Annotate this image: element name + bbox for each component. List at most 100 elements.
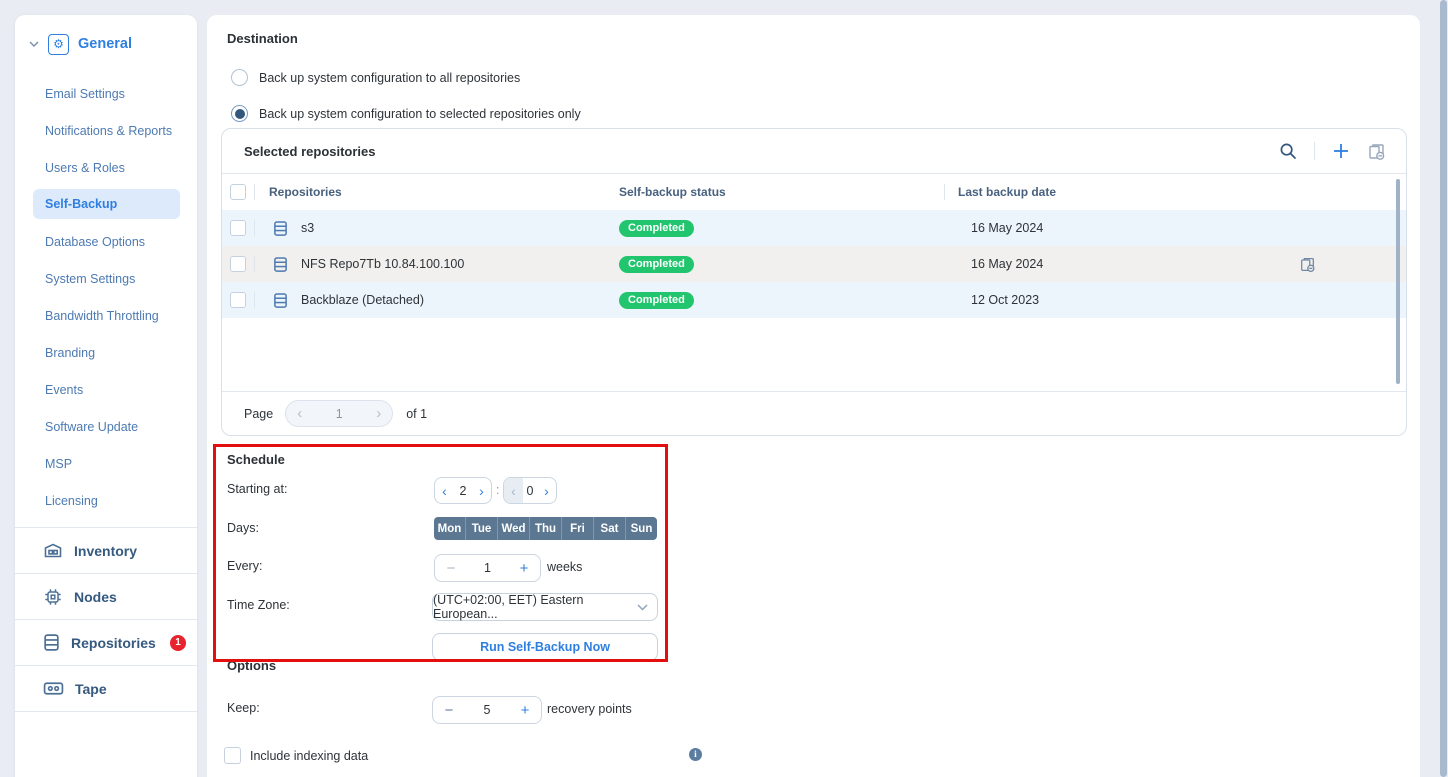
- row-checkbox[interactable]: [230, 292, 246, 308]
- timezone-label: Time Zone:: [227, 598, 290, 612]
- info-icon[interactable]: i: [689, 748, 702, 761]
- row-checkbox[interactable]: [230, 220, 246, 236]
- panel-footer: Page ‹ 1 › of 1: [222, 391, 1406, 435]
- table-row[interactable]: Backblaze (Detached) Completed 12 Oct 20…: [222, 282, 1406, 318]
- column-status[interactable]: Self-backup status: [601, 185, 944, 199]
- sidebar-item-nodes[interactable]: Nodes: [15, 573, 197, 619]
- day-button-sun[interactable]: Sun: [626, 517, 657, 540]
- days-label: Days:: [227, 521, 259, 535]
- prev-page-icon[interactable]: ‹: [297, 406, 302, 421]
- sidebar-section-label: Nodes: [74, 589, 117, 605]
- inventory-icon: [43, 542, 63, 560]
- keep-label: Keep:: [227, 701, 260, 715]
- sidebar-item-tape[interactable]: Tape: [15, 665, 197, 711]
- days-selector: Mon Tue Wed Thu Fri Sat Sun: [434, 517, 657, 540]
- keep-stepper: − 5 +: [432, 696, 542, 724]
- sidebar-item-inventory[interactable]: Inventory: [15, 527, 197, 573]
- schedule-heading: Schedule: [227, 452, 285, 467]
- day-button-sat[interactable]: Sat: [594, 517, 626, 540]
- radio-selected-repositories[interactable]: Back up system configuration to selected…: [231, 105, 581, 122]
- day-button-tue[interactable]: Tue: [466, 517, 498, 540]
- sidebar-item-software-update[interactable]: Software Update: [15, 408, 197, 445]
- chevron-down-icon: [637, 604, 648, 611]
- status-badge: Completed: [619, 292, 694, 309]
- day-button-mon[interactable]: Mon: [434, 517, 466, 540]
- hour-value[interactable]: 2: [454, 484, 472, 498]
- sidebar-item-self-backup[interactable]: Self-Backup: [33, 189, 180, 219]
- table-row[interactable]: s3 Completed 16 May 2024: [222, 210, 1406, 246]
- keep-increment-icon[interactable]: +: [509, 703, 541, 718]
- repositories-icon: [43, 633, 60, 652]
- nodes-icon: [43, 587, 63, 607]
- radio-selected-icon[interactable]: [231, 105, 248, 122]
- repository-name: s3: [301, 221, 314, 235]
- minute-spinner: ‹ 0 ›: [503, 477, 557, 504]
- select-all-checkbox[interactable]: [230, 184, 246, 200]
- sidebar-item-system-settings[interactable]: System Settings: [15, 260, 197, 297]
- sidebar-section-label: Inventory: [74, 543, 137, 559]
- radio-icon[interactable]: [231, 69, 248, 86]
- sidebar-item-notifications-reports[interactable]: Notifications & Reports: [15, 112, 197, 149]
- sidebar-group-general[interactable]: ⚙ General: [15, 15, 197, 69]
- keep-decrement-icon[interactable]: −: [433, 703, 465, 718]
- time-separator: :: [496, 483, 499, 497]
- sidebar-item-repositories[interactable]: Repositories 1: [15, 619, 197, 665]
- table-row[interactable]: NFS Repo7Tb 10.84.100.100 Completed 16 M…: [222, 246, 1406, 282]
- hour-increment-icon[interactable]: ›: [472, 478, 491, 503]
- options-heading: Options: [227, 658, 276, 673]
- page-total: of 1: [406, 407, 427, 421]
- table-scrollbar[interactable]: [1396, 179, 1400, 384]
- page-label: Page: [244, 407, 273, 421]
- include-indexing-checkbox[interactable]: [224, 747, 241, 764]
- tape-icon: [43, 680, 64, 697]
- row-detach-icon[interactable]: [1299, 256, 1316, 273]
- starting-at-label: Starting at:: [227, 482, 287, 496]
- every-increment-icon[interactable]: +: [508, 561, 540, 576]
- keep-value[interactable]: 5: [465, 703, 509, 717]
- repository-icon: [273, 220, 288, 237]
- column-repositories[interactable]: Repositories: [255, 185, 601, 199]
- sidebar-item-branding[interactable]: Branding: [15, 334, 197, 371]
- repository-icon: [273, 292, 288, 309]
- row-checkbox[interactable]: [230, 256, 246, 272]
- day-button-fri[interactable]: Fri: [562, 517, 594, 540]
- every-value[interactable]: 1: [467, 561, 508, 575]
- every-unit: weeks: [547, 560, 582, 574]
- include-indexing-label: Include indexing data: [250, 749, 368, 763]
- every-decrement-icon[interactable]: −: [435, 561, 467, 576]
- add-icon[interactable]: [1332, 142, 1350, 160]
- selected-repositories-panel: Selected repositories: [221, 128, 1407, 436]
- table-header-row: Repositories Self-backup status Last bac…: [222, 174, 1406, 210]
- timezone-select[interactable]: (UTC+02:00, EET) Eastern European...: [432, 593, 658, 621]
- current-page: 1: [336, 407, 343, 421]
- radio-label: Back up system configuration to selected…: [259, 107, 581, 121]
- next-page-icon[interactable]: ›: [376, 406, 381, 421]
- sidebar-item-bandwidth-throttling[interactable]: Bandwidth Throttling: [15, 297, 197, 334]
- sidebar-item-users-roles[interactable]: Users & Roles: [15, 149, 197, 186]
- day-button-thu[interactable]: Thu: [530, 517, 562, 540]
- minute-decrement-icon[interactable]: ‹: [504, 478, 523, 503]
- minute-increment-icon[interactable]: ›: [537, 478, 556, 503]
- every-stepper: − 1 +: [434, 554, 541, 582]
- toolbar-divider: [1314, 142, 1315, 160]
- sidebar-item-events[interactable]: Events: [15, 371, 197, 408]
- column-last-backup-date[interactable]: Last backup date: [945, 185, 1406, 199]
- minute-value[interactable]: 0: [523, 484, 537, 498]
- timezone-value: (UTC+02:00, EET) Eastern European...: [433, 593, 657, 621]
- self-backup-settings-page: ⚙ General Email Settings Notifications &…: [0, 0, 1448, 777]
- sidebar-item-msp[interactable]: MSP: [15, 445, 197, 482]
- sidebar-item-database-options[interactable]: Database Options: [15, 223, 197, 260]
- day-button-wed[interactable]: Wed: [498, 517, 530, 540]
- hour-decrement-icon[interactable]: ‹: [435, 478, 454, 503]
- sidebar-item-email-settings[interactable]: Email Settings: [15, 75, 197, 112]
- sidebar-item-licensing[interactable]: Licensing: [15, 482, 197, 519]
- radio-all-repositories[interactable]: Back up system configuration to all repo…: [231, 69, 520, 86]
- include-indexing-checkbox-row[interactable]: Include indexing data: [224, 747, 368, 764]
- sidebar-divider: [15, 711, 197, 712]
- search-icon[interactable]: [1279, 142, 1297, 160]
- detach-icon[interactable]: [1367, 142, 1386, 161]
- run-self-backup-button[interactable]: Run Self-Backup Now: [432, 633, 658, 661]
- status-badge: Completed: [619, 220, 694, 237]
- sidebar-general-items: Email Settings Notifications & Reports U…: [15, 69, 197, 527]
- page-scrollbar[interactable]: [1440, 0, 1447, 777]
